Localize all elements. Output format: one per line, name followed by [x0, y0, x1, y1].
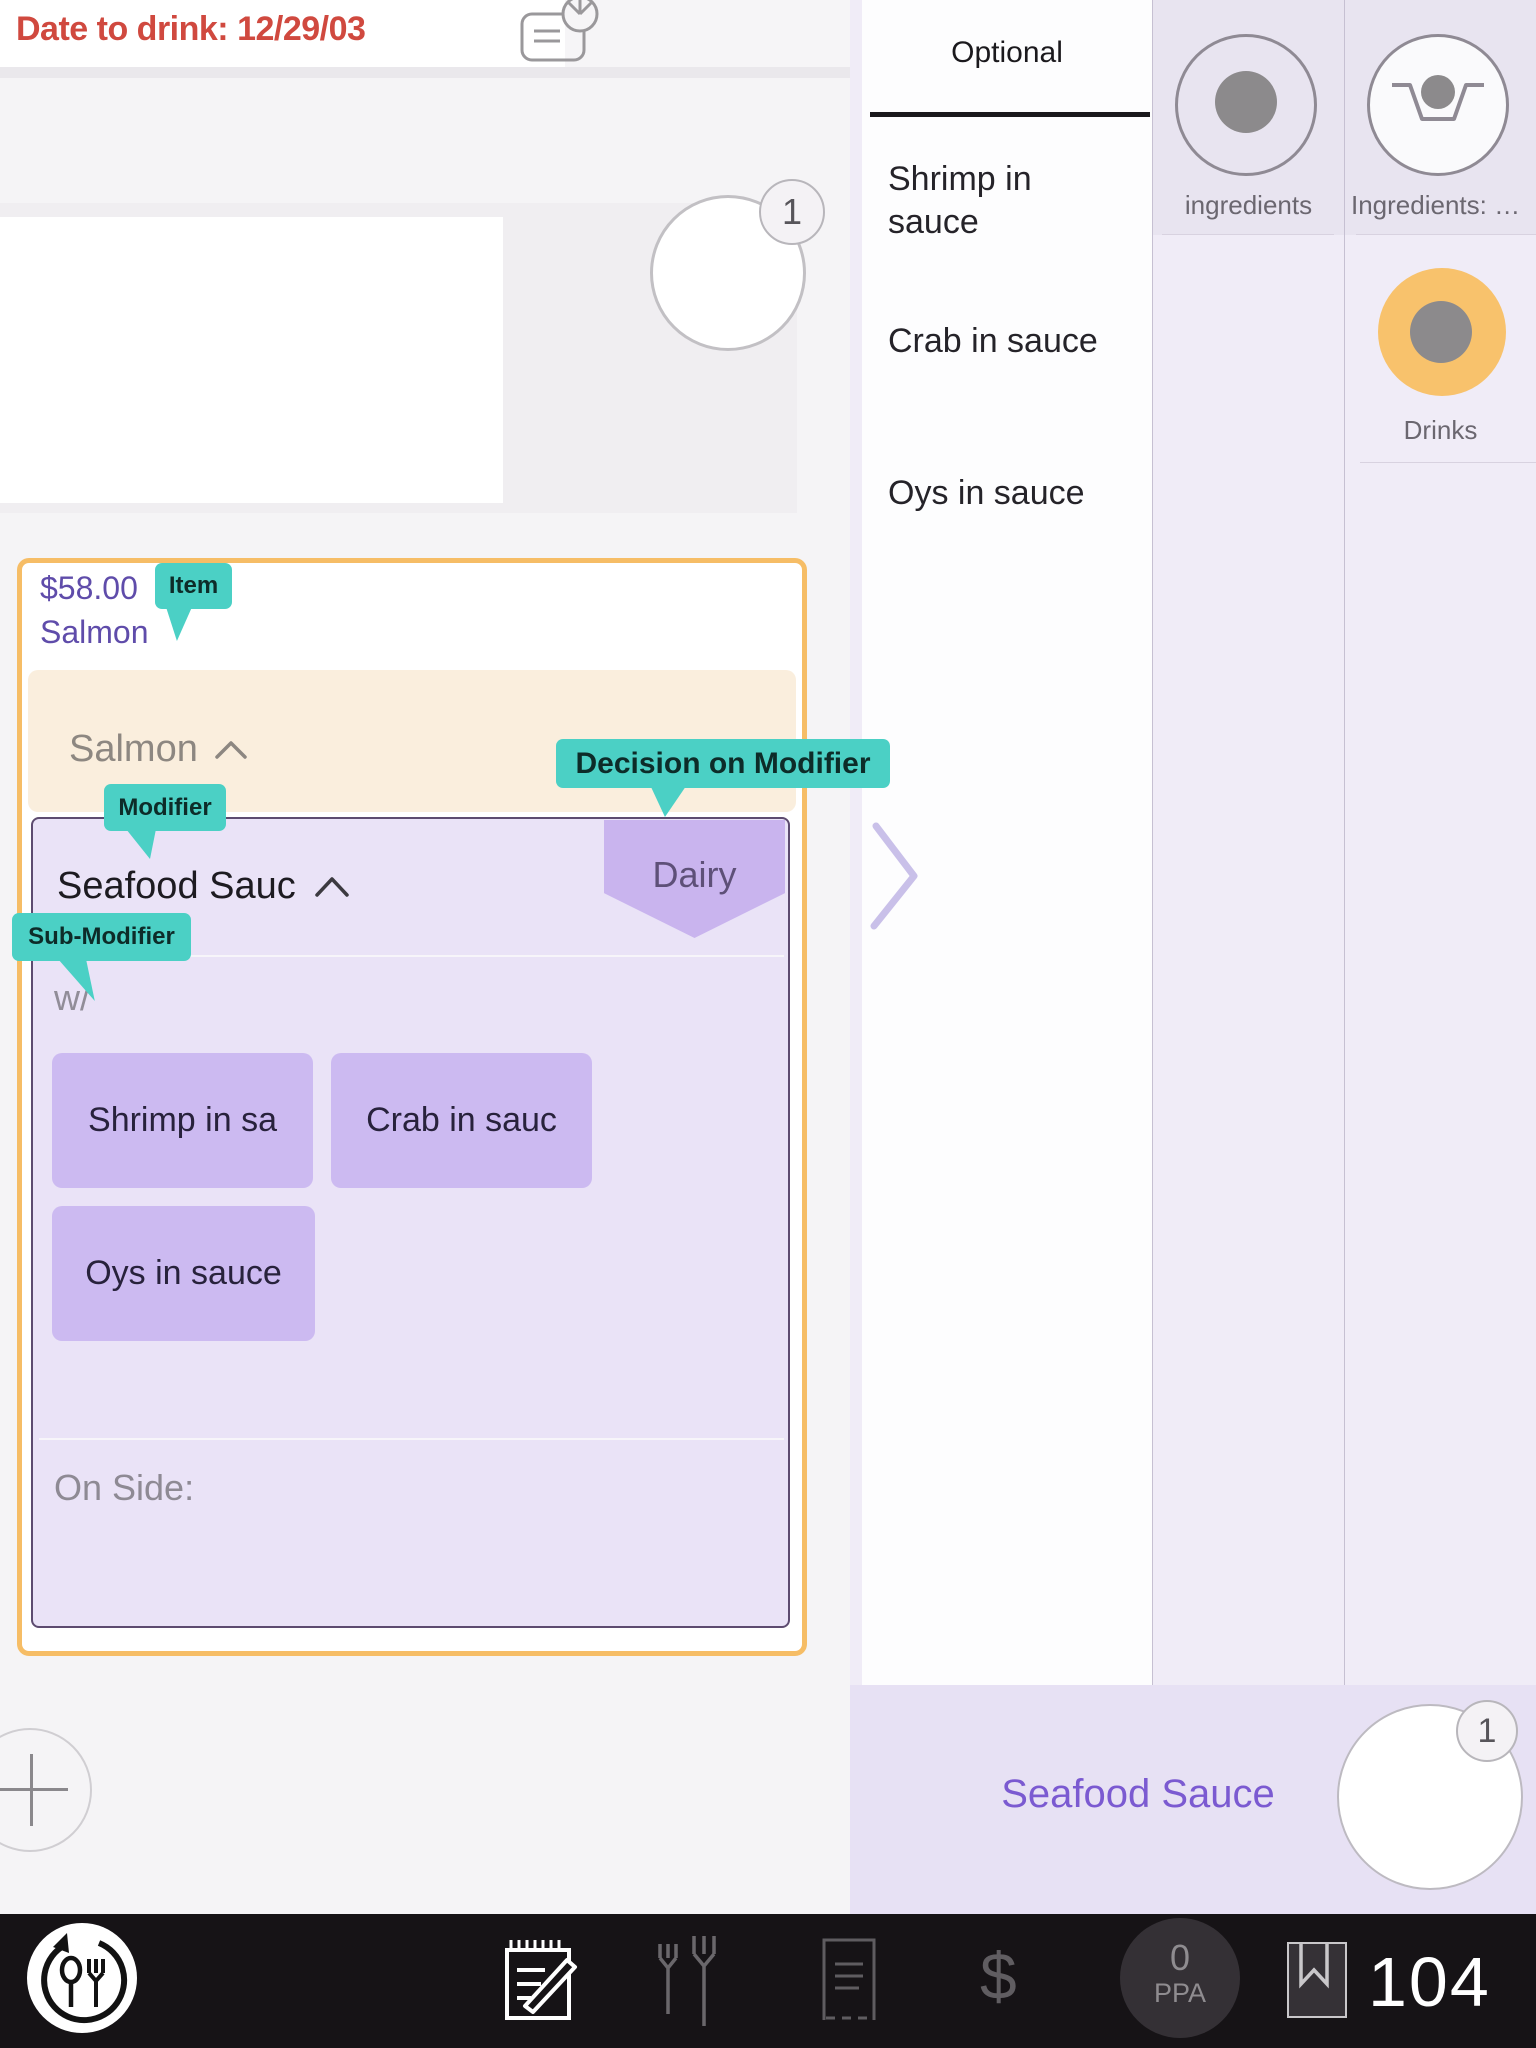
- seat-count-badge: 1: [759, 179, 825, 245]
- item-name: Salmon: [40, 614, 149, 651]
- drinks-icon-dot: [1410, 301, 1472, 363]
- column-divider: [1152, 0, 1153, 1685]
- tile-divider: [1162, 234, 1334, 235]
- modifier-divider: [39, 1438, 784, 1440]
- modifier-header[interactable]: Seafood Sauc: [57, 865, 350, 908]
- order-header-row-right: [565, 0, 850, 67]
- tile-ingredients-label: ingredients: [1153, 190, 1344, 221]
- note-card-icon[interactable]: [518, 0, 604, 62]
- ribbon-label: Dairy: [652, 854, 736, 938]
- ppa-label: PPA: [1120, 1976, 1240, 2011]
- app-logo-button[interactable]: [27, 1923, 137, 2033]
- order-notes-icon[interactable]: [495, 1934, 587, 2026]
- callout-sub-modifier: Sub-Modifier: [12, 913, 191, 961]
- header-divider: [0, 67, 850, 78]
- optional-item-oys[interactable]: Oys in sauce: [888, 472, 1118, 515]
- column-divider: [1344, 0, 1345, 1685]
- ppa-button[interactable]: 0 PPA: [1120, 1918, 1240, 2038]
- modifier-count-badge: 1: [1456, 1700, 1518, 1762]
- price-icon[interactable]: $: [980, 1938, 1017, 2014]
- collapse-caret-icon: [214, 740, 248, 760]
- chevron-right-icon[interactable]: [868, 820, 922, 932]
- utensils-return-icon: [27, 1923, 137, 2033]
- tile-drinks-label: Drinks: [1345, 415, 1536, 446]
- tile-divider: [1356, 234, 1536, 235]
- table-rect[interactable]: [0, 217, 503, 503]
- item-group-label: Salmon: [69, 728, 198, 771]
- pos-screen: Date to drink: 12/29/03 1 $58.00 Salmon …: [0, 0, 1536, 2048]
- tile-ingredients-seafood[interactable]: Ingredients: Seaf…: [1345, 0, 1536, 235]
- collapse-caret-icon: [314, 876, 350, 898]
- optional-item-shrimp[interactable]: Shrimp in sauce: [888, 158, 1118, 244]
- tile-divider: [1360, 462, 1536, 463]
- table-number: 104: [1368, 1942, 1491, 2022]
- bookmark-icon[interactable]: [1287, 1942, 1347, 2018]
- modifier-title: Seafood Sauc: [57, 865, 296, 908]
- item-group-header[interactable]: Salmon: [69, 728, 248, 771]
- callout-item: Item: [155, 563, 232, 609]
- callout-modifier: Modifier: [104, 784, 226, 831]
- optional-item-crab[interactable]: Crab in sauce: [888, 320, 1118, 363]
- ingredients-icon: [1175, 34, 1317, 176]
- plus-icon: [0, 1788, 68, 1791]
- on-side-label: On Side:: [54, 1467, 194, 1509]
- ppa-value: 0: [1120, 1940, 1240, 1976]
- optional-tab-underline: [870, 112, 1150, 117]
- option-button-oys[interactable]: Oys in sauce: [52, 1206, 315, 1341]
- callout-decision-on-modifier: Decision on Modifier: [556, 739, 890, 788]
- decision-ribbon[interactable]: Dairy: [604, 820, 785, 938]
- optional-tab[interactable]: Optional: [862, 36, 1152, 70]
- option-button-shrimp[interactable]: Shrimp in sa: [52, 1053, 313, 1188]
- date-to-drink-label: Date to drink: 12/29/03: [16, 10, 365, 49]
- tile-ingredients-seafood-label: Ingredients: Seaf…: [1345, 190, 1536, 221]
- selected-modifier-name: Seafood Sauce: [858, 1772, 1418, 1817]
- forks-icon[interactable]: [652, 1936, 726, 2028]
- option-button-crab[interactable]: Crab in sauc: [331, 1053, 592, 1188]
- item-price: $58.00: [40, 570, 138, 607]
- tile-ingredients[interactable]: ingredients: [1153, 0, 1344, 235]
- ingredients-seafood-icon: [1367, 34, 1509, 176]
- plus-icon: [30, 1754, 33, 1826]
- receipt-icon[interactable]: [822, 1938, 876, 2022]
